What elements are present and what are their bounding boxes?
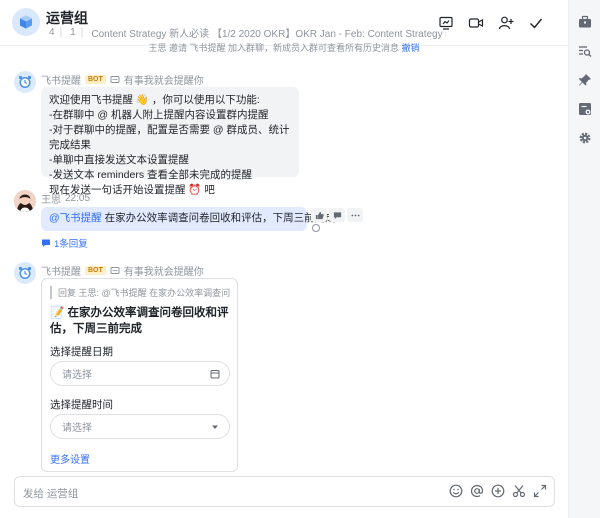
expand-editor-button[interactable] [532,483,548,499]
undo-invite-link[interactable]: 撤销 [402,43,420,53]
signature-icon [110,75,120,83]
cube-icon [20,15,32,29]
search-history-button[interactable] [577,43,593,59]
bot-signature: 有事我就会提醒你 [123,267,204,278]
alarm-clock-icon [18,266,32,279]
message-header: 王思 22:05 [41,191,90,206]
message-header: 飞书提醒 BOT 有事我就会提醒你 [41,263,204,278]
group-avatar[interactable] [12,8,40,36]
alarm-clock-icon [18,75,32,88]
sender-name[interactable]: 飞书提醒 [41,263,81,278]
mention-link[interactable]: @飞书提醒 [49,212,102,224]
chat-header: 运营组 4 | 1 | Content Strategy 新人必读 【1/2 2… [0,0,568,46]
message-header: 飞书提醒 BOT 有事我就会提醒你 [41,72,204,87]
date-placeholder: 请选择 [62,370,92,381]
calendar-icon [210,369,220,379]
thread-reply-link[interactable]: 1条回复 [41,236,88,250]
reaction-button[interactable] [311,208,327,222]
right-sidebar [568,0,600,518]
group-description[interactable]: Content Strategy 新人必读 【1/2 2020 OKR】OKR … [91,25,446,40]
reminder-card: 回复 王思: @飞书提醒 在家办公效率调查问卷... 📝 在家办公效率调查问卷回… [41,278,238,472]
more-actions-button[interactable] [347,208,363,222]
mention-button[interactable] [469,483,485,499]
bot-badge: BOT [85,75,106,84]
system-notice-text: 王思 邀请 飞书提醒 加入群聊，新成员入群可查看所有历史消息 [148,43,399,53]
smile-icon [449,484,463,498]
system-notice: 王思 邀请 飞书提醒 加入群聊，新成员入群可查看所有历史消息 撤销 [0,41,568,54]
bot-signature: 有事我就会提醒你 [123,76,204,87]
message-line: 欢迎使用飞书提醒 👋 ，你可以使用以下功能: [49,94,260,106]
sender-name[interactable]: 飞书提醒 [41,72,81,87]
message-time: 22:05 [65,193,91,204]
bot-avatar[interactable] [14,262,36,284]
add-member-button[interactable] [496,13,516,33]
pin-button[interactable] [577,72,593,88]
bot-count[interactable]: 1 [70,27,76,38]
pin-icon [579,74,591,86]
header-actions [436,13,546,33]
mark-done-button[interactable] [526,13,546,33]
signature-icon [110,266,120,274]
input-placeholder: 发给 运营组 [23,488,79,500]
reply-count[interactable]: 1条回复 [54,236,88,250]
checkmark-icon [530,18,543,29]
user-avatar[interactable] [14,190,36,212]
screen-share-icon [439,16,453,30]
screenshot-button[interactable] [511,483,527,499]
scissors-icon [512,485,526,498]
comment-icon [333,211,341,219]
app-settings-icon [579,103,591,115]
bot-avatar[interactable] [14,71,36,93]
message-actions [311,208,363,222]
message-line: -单聊中直接发送文本设置提醒 [49,154,189,166]
settings-button[interactable] [577,130,593,146]
thread-icon [42,239,50,247]
toolbox-icon [579,15,591,28]
caret-down-icon [210,422,220,432]
input-actions [448,483,548,499]
reply-button[interactable] [329,208,345,222]
bot-badge: BOT [85,266,106,275]
time-placeholder: 请选择 [62,423,92,434]
video-call-button[interactable] [466,13,486,33]
emoji-button[interactable] [448,483,464,499]
message-line: -发送文本 reminders 查看全部未完成的提醒 [49,169,253,181]
message-line: -在群聊中 @ 机器人附上提醒内容设置群内提醒 [49,109,269,121]
member-count[interactable]: 4 [49,27,55,38]
sender-name[interactable]: 王思 [41,191,61,206]
message-bubble[interactable]: @飞书提醒 在家办公效率调查问卷回收和评估，下周三前完成 [41,207,336,231]
toolbox-button[interactable] [577,14,593,30]
date-label: 选择提醒日期 [50,346,113,358]
search-list-icon [579,46,592,57]
message-line: -对于群聊中的提醒，配置是否需要 @ 群成员、统计完成结果 [49,124,290,151]
gear-icon [579,132,591,144]
read-status-icon[interactable] [312,224,320,232]
add-attachment-button[interactable] [490,483,506,499]
more-icon [350,214,360,216]
plus-circle-icon [491,484,505,498]
message-text: 在家办公效率调查问卷回收和评估，下周三前完成 [104,212,336,224]
screen-share-button[interactable] [436,13,456,33]
message-bubble[interactable]: 欢迎使用飞书提醒 👋 ，你可以使用以下功能: -在群聊中 @ 机器人附上提醒内容… [41,87,299,196]
app-settings-button[interactable] [577,101,593,117]
reply-quote[interactable]: 回复 王思: @飞书提醒 在家办公效率调查问卷... [50,286,230,299]
group-meta: 4 | 1 | Content Strategy 新人必读 【1/2 2020 … [46,25,446,40]
user-portrait-icon [14,190,36,212]
add-user-icon [498,16,514,30]
at-sign-icon [470,484,484,498]
time-select[interactable]: 请选择 [50,414,230,439]
video-camera-icon [468,18,484,28]
more-settings-link[interactable]: 更多设置 [50,451,90,466]
card-title: 📝 在家办公效率调查问卷回收和评估，下周三前完成 [50,307,229,335]
time-label: 选择提醒时间 [50,399,113,411]
date-picker[interactable]: 请选择 [50,361,230,386]
thumbs-up-icon [315,211,324,219]
message-input[interactable]: 发给 运营组 [14,476,555,507]
expand-icon [533,484,547,498]
